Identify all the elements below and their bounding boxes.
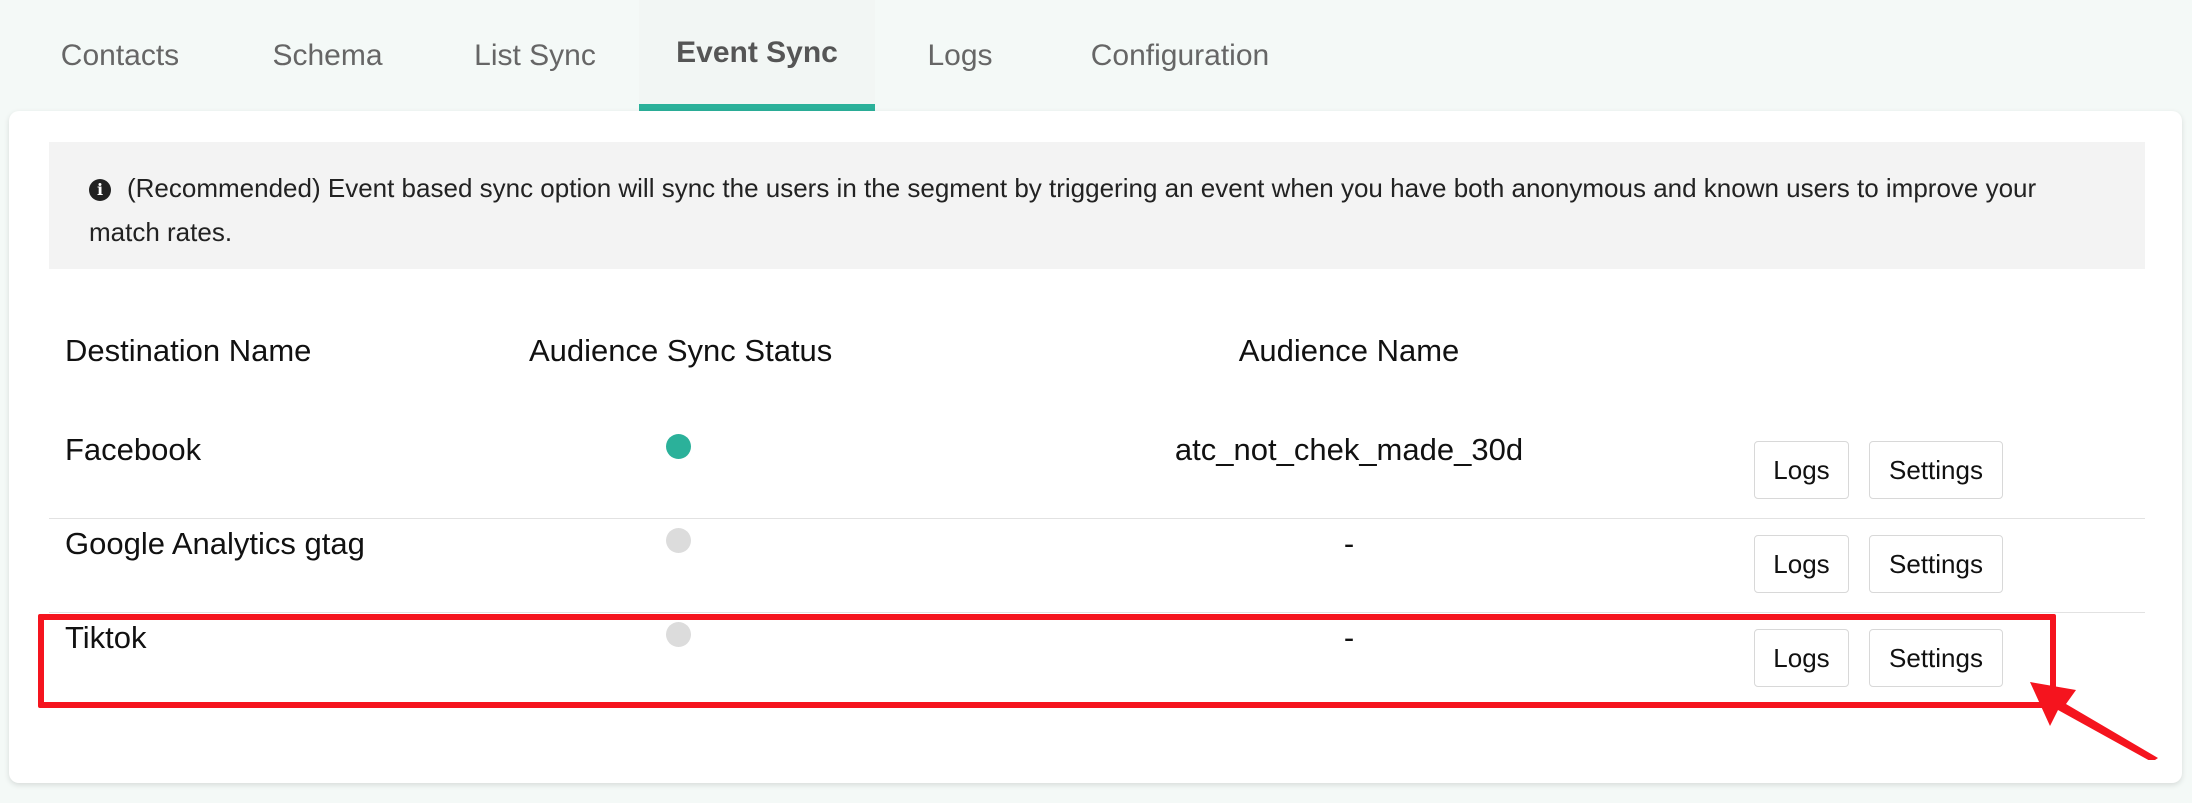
- destination-name: Tiktok: [65, 620, 147, 655]
- event-sync-panel: i (Recommended) Event based sync option w…: [9, 111, 2182, 783]
- info-text: (Recommended) Event based sync option wi…: [89, 173, 2037, 247]
- status-indicator-active: [666, 434, 691, 459]
- table-row: Tiktok - Logs Settings: [49, 612, 2145, 706]
- settings-button[interactable]: Settings: [1869, 441, 2003, 499]
- settings-button[interactable]: Settings: [1869, 629, 2003, 687]
- logs-button[interactable]: Logs: [1754, 535, 1849, 593]
- audience-name: -: [1343, 620, 1355, 655]
- tab-bar: Contacts Schema List Sync Event Sync Log…: [0, 0, 2192, 111]
- info-banner: i (Recommended) Event based sync option w…: [49, 142, 2145, 269]
- status-indicator-inactive: [666, 528, 691, 553]
- tab-contacts[interactable]: Contacts: [30, 0, 210, 111]
- audience-name: -: [1343, 526, 1355, 561]
- table-row: Google Analytics gtag - Logs Settings: [49, 518, 2145, 613]
- header-destination-name: Destination Name: [65, 333, 312, 368]
- status-indicator-inactive: [666, 622, 691, 647]
- tab-list-sync[interactable]: List Sync: [445, 0, 625, 111]
- destination-name: Google Analytics gtag: [65, 526, 365, 561]
- info-icon: i: [89, 179, 111, 201]
- audience-name: atc_not_chek_made_30d: [1174, 432, 1524, 467]
- tab-logs[interactable]: Logs: [895, 0, 1025, 111]
- tab-configuration[interactable]: Configuration: [1060, 0, 1300, 111]
- header-audience-name: Audience Name: [1238, 333, 1460, 368]
- table-row: Facebook atc_not_chek_made_30d Logs Sett…: [49, 424, 2145, 519]
- annotation-arrow-icon: [2030, 682, 2158, 760]
- tab-event-sync[interactable]: Event Sync: [639, 0, 875, 111]
- destination-name: Facebook: [65, 432, 202, 467]
- settings-button[interactable]: Settings: [1869, 535, 2003, 593]
- tab-schema[interactable]: Schema: [240, 0, 415, 111]
- logs-button[interactable]: Logs: [1754, 629, 1849, 687]
- header-audience-sync-status: Audience Sync Status: [529, 333, 833, 368]
- logs-button[interactable]: Logs: [1754, 441, 1849, 499]
